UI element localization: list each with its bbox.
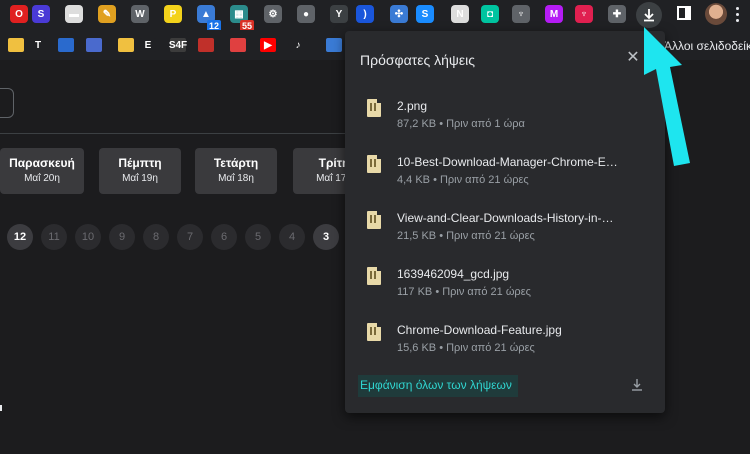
day-name: Πέμπτη	[118, 156, 162, 170]
apps-badge-icon[interactable]: ▦ 55	[230, 5, 254, 32]
file-icon	[367, 323, 381, 341]
sidebar-s-icon[interactable]: S	[32, 5, 50, 23]
day-date: Μαΐ 19η	[122, 173, 158, 184]
open-downloads-icon[interactable]	[630, 378, 644, 392]
page-number[interactable]: 4	[279, 224, 305, 250]
bookmark-folder-icon[interactable]	[8, 38, 24, 52]
day-name: Τετάρτη	[213, 156, 259, 170]
screenshot-icon[interactable]: ◘	[481, 5, 499, 23]
day-name: Παρασκευή	[9, 156, 75, 170]
day-tab-friday[interactable]: Παρασκευή Μαΐ 20η	[0, 148, 84, 194]
nfc-icon[interactable]: )	[356, 5, 374, 23]
download-item[interactable]: 2.png 87,2 KB • Πριν από 1 ώρα	[345, 93, 665, 145]
bookmark-t-icon[interactable]: T	[30, 38, 46, 52]
sidebar-toggle-icon[interactable]	[677, 6, 691, 20]
bookmark-ring-icon[interactable]	[198, 38, 214, 52]
bookmark-tiktok-icon[interactable]: ♪	[290, 38, 306, 52]
bookmark-image-icon[interactable]	[326, 38, 342, 52]
m-icon[interactable]: M	[545, 5, 563, 23]
gear-icon[interactable]: ⚙	[264, 5, 282, 23]
opera-icon[interactable]: O	[10, 5, 28, 23]
yellow-box-icon[interactable]: P	[164, 5, 182, 23]
bookmark-moon-icon[interactable]	[58, 38, 74, 52]
pen-grid-icon[interactable]: ✎	[98, 5, 116, 23]
page-number[interactable]: 9	[109, 224, 135, 250]
day-date: Μαΐ 18η	[218, 173, 254, 184]
file-icon	[367, 99, 381, 117]
file-icon	[367, 211, 381, 229]
download-item[interactable]: Chrome-Download-Feature.jpg 15,6 KB • Πρ…	[345, 317, 665, 369]
bookmark-stack-icon[interactable]	[86, 38, 102, 52]
file-name: 2.png	[397, 99, 428, 113]
wordpress-icon[interactable]: W	[131, 5, 149, 23]
download-icon	[644, 9, 654, 22]
page-number[interactable]: 6	[211, 224, 237, 250]
day-tab-thursday[interactable]: Πέμπτη Μαΐ 19η	[99, 148, 181, 194]
bookmark-folder-icon[interactable]	[118, 38, 134, 52]
day-date: Μαΐ 20η	[24, 173, 60, 184]
profile-avatar[interactable]	[705, 3, 727, 25]
y-icon[interactable]: Y	[330, 5, 348, 23]
file-name: 10-Best-Download-Manager-Chrome-E…	[397, 155, 618, 169]
bookmark-youtube-icon[interactable]: ▶	[260, 38, 276, 52]
bookmark-e-icon[interactable]: E	[140, 38, 156, 52]
annotation-arrow-icon	[644, 27, 690, 166]
file-meta: 15,6 KB • Πριν από 21 ώρες	[397, 342, 535, 354]
page-mark	[0, 405, 2, 411]
download-item[interactable]: 1639462094_gcd.jpg 117 KB • Πριν από 21 …	[345, 261, 665, 313]
page-number[interactable]: 10	[75, 224, 101, 250]
page-number[interactable]: 3	[313, 224, 339, 250]
bookmark-bike-icon[interactable]	[230, 38, 246, 52]
circle-icon[interactable]: ●	[297, 5, 315, 23]
download-item[interactable]: View-and-Clear-Downloads-History-in-… 21…	[345, 205, 665, 257]
page-number[interactable]: 8	[143, 224, 169, 250]
day-tab-wednesday[interactable]: Τετάρτη Μαΐ 18η	[195, 148, 277, 194]
download-item[interactable]: 10-Best-Download-Manager-Chrome-E… 4,4 K…	[345, 149, 665, 201]
popup-title: Πρόσφατες λήψεις	[360, 52, 475, 68]
mic-icon[interactable]: ♆	[512, 5, 530, 23]
file-meta: 21,5 KB • Πριν από 21 ώρες	[397, 230, 535, 242]
file-name: View-and-Clear-Downloads-History-in-…	[397, 211, 614, 225]
show-all-downloads-link[interactable]: Εμφάνιση όλων των λήψεων	[358, 375, 518, 397]
page-number[interactable]: 11	[41, 224, 67, 250]
file-name: Chrome-Download-Feature.jpg	[397, 323, 562, 337]
chrome-menu-icon[interactable]	[736, 7, 740, 23]
puzzle-icon[interactable]: ✚	[608, 5, 626, 23]
shazam-icon[interactable]: S	[416, 5, 434, 23]
file-icon	[367, 267, 381, 285]
page-number[interactable]: 5	[245, 224, 271, 250]
chart-badge-icon[interactable]: ▲ 12	[197, 5, 221, 32]
file-meta: 87,2 KB • Πριν από 1 ώρα	[397, 118, 525, 130]
divider	[0, 133, 345, 134]
share-icon[interactable]: ✣	[390, 5, 408, 23]
search-input[interactable]	[0, 88, 14, 118]
bookmark-sf-icon[interactable]: S4F	[169, 38, 187, 52]
file-icon	[367, 155, 381, 173]
downloads-popup: Πρόσφατες λήψεις ✕ 2.png 87,2 KB • Πριν …	[345, 31, 665, 413]
file-meta: 117 KB • Πριν από 21 ώρες	[397, 286, 531, 298]
file-meta: 4,4 KB • Πριν από 21 ώρες	[397, 174, 529, 186]
briefcase-icon[interactable]: ▬	[65, 5, 83, 23]
page-number[interactable]: 12	[7, 224, 33, 250]
page-number[interactable]: 7	[177, 224, 203, 250]
file-name: 1639462094_gcd.jpg	[397, 267, 510, 281]
voice-mic-icon[interactable]: ♆	[575, 5, 593, 23]
notion-icon[interactable]: N	[451, 5, 469, 23]
